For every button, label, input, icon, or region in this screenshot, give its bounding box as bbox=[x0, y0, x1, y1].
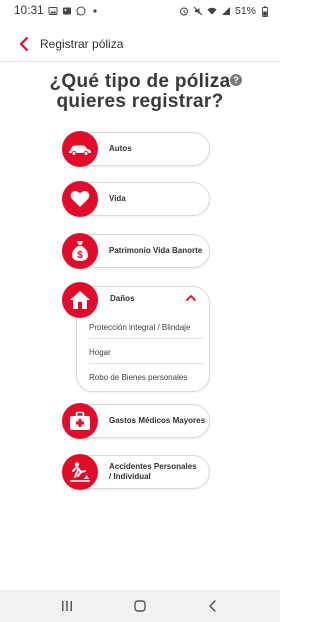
sub-option-proteccion-integral[interactable]: Protección integral / Blindaje bbox=[89, 323, 203, 339]
sub-option-robo-bienes[interactable]: Robo de Bienes personales bbox=[89, 373, 203, 388]
heart-icon bbox=[62, 181, 98, 217]
svg-text:$: $ bbox=[77, 250, 83, 261]
car-icon bbox=[62, 131, 98, 167]
recent-apps-icon bbox=[61, 601, 72, 611]
chevron-left-icon bbox=[19, 36, 29, 51]
whatsapp-icon bbox=[76, 6, 86, 16]
app-bar: Registrar póliza bbox=[0, 26, 280, 62]
status-bar: 10:31 51% bbox=[0, 0, 280, 22]
help-icon[interactable]: ? bbox=[230, 74, 242, 86]
slip-accident-icon bbox=[62, 454, 98, 490]
battery-icon bbox=[260, 5, 270, 17]
signal-icon bbox=[221, 6, 231, 16]
option-label: Autos bbox=[109, 144, 132, 153]
page-title-line2: quieres registrar? bbox=[56, 91, 224, 112]
option-label: Patrimonio Vida Banorte bbox=[109, 246, 203, 255]
wifi-icon bbox=[207, 6, 217, 16]
option-label: Vida bbox=[109, 194, 126, 203]
battery-percent: 51% bbox=[234, 5, 256, 17]
home-button[interactable] bbox=[132, 598, 148, 614]
option-label: Gastos Médicos Mayores bbox=[109, 416, 206, 425]
money-bag-icon: $ bbox=[62, 233, 98, 269]
status-time: 10:31 bbox=[14, 5, 44, 17]
option-label-line2: / Individual bbox=[109, 472, 151, 481]
dot-notification-icon bbox=[90, 6, 100, 16]
back-nav-button[interactable] bbox=[205, 598, 221, 614]
header-title: Registrar póliza bbox=[40, 36, 124, 51]
system-nav-bar bbox=[0, 590, 280, 622]
option-label-line1: Accidentes Personales bbox=[109, 462, 197, 471]
chevron-up-icon[interactable] bbox=[185, 293, 197, 303]
alarm-icon bbox=[179, 6, 189, 16]
option-danos-label[interactable]: Daños bbox=[110, 294, 134, 303]
home-icon bbox=[134, 600, 146, 612]
medical-kit-icon bbox=[62, 403, 98, 439]
sub-option-hogar[interactable]: Hogar bbox=[89, 348, 203, 364]
back-nav-icon bbox=[209, 600, 217, 612]
photo-notification-icon bbox=[48, 6, 58, 16]
gallery-notification-icon bbox=[62, 6, 72, 16]
house-icon bbox=[62, 282, 98, 318]
back-button[interactable] bbox=[14, 34, 34, 54]
option-label: Accidentes Personales / Individual bbox=[109, 456, 209, 488]
recent-apps-button[interactable] bbox=[59, 598, 75, 614]
mute-icon bbox=[193, 6, 203, 16]
